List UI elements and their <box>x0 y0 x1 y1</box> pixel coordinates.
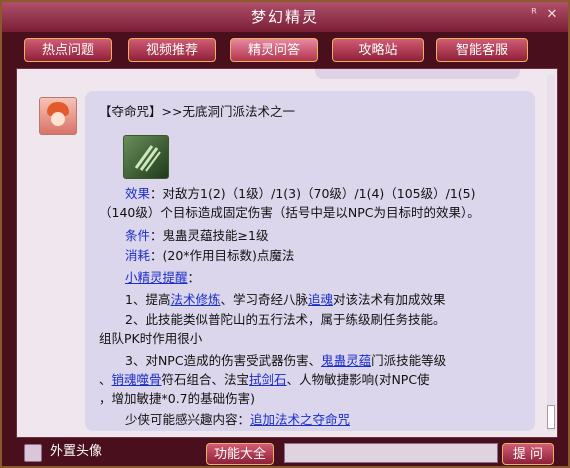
footer-bar: 外置头像 功能大全 提 问 <box>2 440 568 468</box>
chat-area: 【夺命咒】>>无底洞门派法术之一 效果：对敌方1(2)（1级）/1(3)（70级… <box>16 68 558 438</box>
cost-line: 消耗：(20*作用目标数)点魔法 <box>125 245 294 264</box>
title-bar: 梦幻精灵 ᴿ ✕ <box>2 2 568 32</box>
app-window: 梦幻精灵 ᴿ ✕ 热点问题 视频推荐 精灵问答 攻略站 智能客服 【夺命咒】>>… <box>0 0 570 468</box>
xiaohun-shigu-link[interactable]: 销魂噬骨 <box>112 372 162 387</box>
tip-title: 小精灵提醒 <box>125 270 188 285</box>
tip-line-3b: 、销魂噬骨符石组合、法宝拭剑石、人物敏捷影响(对NPC使 <box>99 369 430 388</box>
avatar <box>39 97 77 135</box>
condition-text: ：鬼蛊灵蕴技能≥1级 <box>150 228 269 243</box>
zhuihun-link[interactable]: 追魂 <box>308 292 333 307</box>
custom-avatar-label: 外置头像 <box>50 444 103 459</box>
tip3-text-d: 符石组合、法宝 <box>161 372 250 387</box>
question-input[interactable] <box>284 443 498 463</box>
skill-path: >>无底洞门派法术之一 <box>161 104 295 119</box>
tip-line-3c: ，增加敏捷*0.7的基础伤害) <box>99 391 256 406</box>
related-line: 少侠可能感兴趣内容：追加法术之夺命咒 <box>125 409 350 428</box>
tab-spirit-qa[interactable]: 精灵问答 <box>230 38 318 62</box>
tip-title-line: 小精灵提醒： <box>125 267 200 286</box>
tip3-text-c: 、 <box>99 372 112 387</box>
effect-line-1: 效果：对敌方1(2)（1级）/1(3)（70级）/1(4)（105级）/1(5) <box>125 183 476 202</box>
tip-colon: ： <box>187 270 201 285</box>
tab-video-recommend[interactable]: 视频推荐 <box>128 38 216 62</box>
spell-cultivation-link[interactable]: 法术修炼 <box>170 292 220 307</box>
tip-line-3a: 3、对NPC造成的伤害受武器伤害、鬼蛊灵蕴门派技能等级 <box>125 350 446 369</box>
tip-line-1: 1、提高法术修炼、学习奇经八脉追魂对该法术有加成效果 <box>125 289 446 308</box>
answer-bubble: 【夺命咒】>>无底洞门派法术之一 效果：对敌方1(2)（1级）/1(3)（70级… <box>85 91 535 431</box>
cost-label: 消耗 <box>125 248 151 263</box>
previous-message-bubble <box>315 69 520 79</box>
skill-claw-icon <box>123 135 169 179</box>
tip1-text-b: 、学习奇经八脉 <box>220 292 308 307</box>
related-link[interactable]: 追加法术之夺命咒 <box>250 412 350 427</box>
tip3-text-b: 门派技能等级 <box>371 353 447 368</box>
cost-text: ：(20*作用目标数)点魔法 <box>150 248 295 263</box>
tip3-text-a: 3、对NPC造成的伤害受武器伤害、 <box>125 353 322 368</box>
guigu-lingyun-link[interactable]: 鬼蛊灵蕴 <box>321 353 371 368</box>
minimize-icon[interactable]: ᴿ <box>528 8 542 22</box>
scrollbar-thumb[interactable] <box>547 405 555 429</box>
tab-hot-questions[interactable]: 热点问题 <box>24 38 112 62</box>
tip-line-2b: 组队PK时作用很小 <box>99 331 203 346</box>
tab-bar: 热点问题 视频推荐 精灵问答 攻略站 智能客服 <box>16 38 556 64</box>
tip1-text-a: 1、提高 <box>125 292 171 307</box>
shijianshi-link[interactable]: 拭剑石 <box>249 372 287 387</box>
tip-line-2a: 2、此技能类似普陀山的五行法术，属于练级刷任务技能。 <box>125 312 446 327</box>
message-header: 【夺命咒】>>无底洞门派法术之一 <box>99 101 295 120</box>
close-icon[interactable]: ✕ <box>546 8 560 22</box>
condition-line: 条件：鬼蛊灵蕴技能≥1级 <box>125 225 268 244</box>
related-label: 少侠可能感兴趣内容： <box>125 412 251 427</box>
ask-button[interactable]: 提 问 <box>502 443 554 465</box>
scrollbar-track[interactable] <box>547 75 555 431</box>
effect-text-1: ：对敌方1(2)（1级）/1(3)（70级）/1(4)（105级）/1(5) <box>150 186 476 201</box>
custom-avatar-checkbox[interactable] <box>24 444 42 462</box>
tip1-text-c: 对该法术有加成效果 <box>333 292 446 307</box>
tip3-text-e: 、人物敏捷影响(对NPC使 <box>286 372 430 387</box>
effect-label: 效果 <box>125 186 151 201</box>
window-title: 梦幻精灵 <box>250 8 319 26</box>
tab-smart-service[interactable]: 智能客服 <box>436 38 528 62</box>
feature-list-button[interactable]: 功能大全 <box>206 443 274 465</box>
tab-strategy[interactable]: 攻略站 <box>332 38 424 62</box>
effect-line-2: （140级）个目标造成固定伤害（括号中是以NPC为目标时的效果）。 <box>99 205 480 220</box>
condition-label: 条件 <box>125 228 151 243</box>
skill-tag: 【夺命咒】 <box>99 104 162 119</box>
